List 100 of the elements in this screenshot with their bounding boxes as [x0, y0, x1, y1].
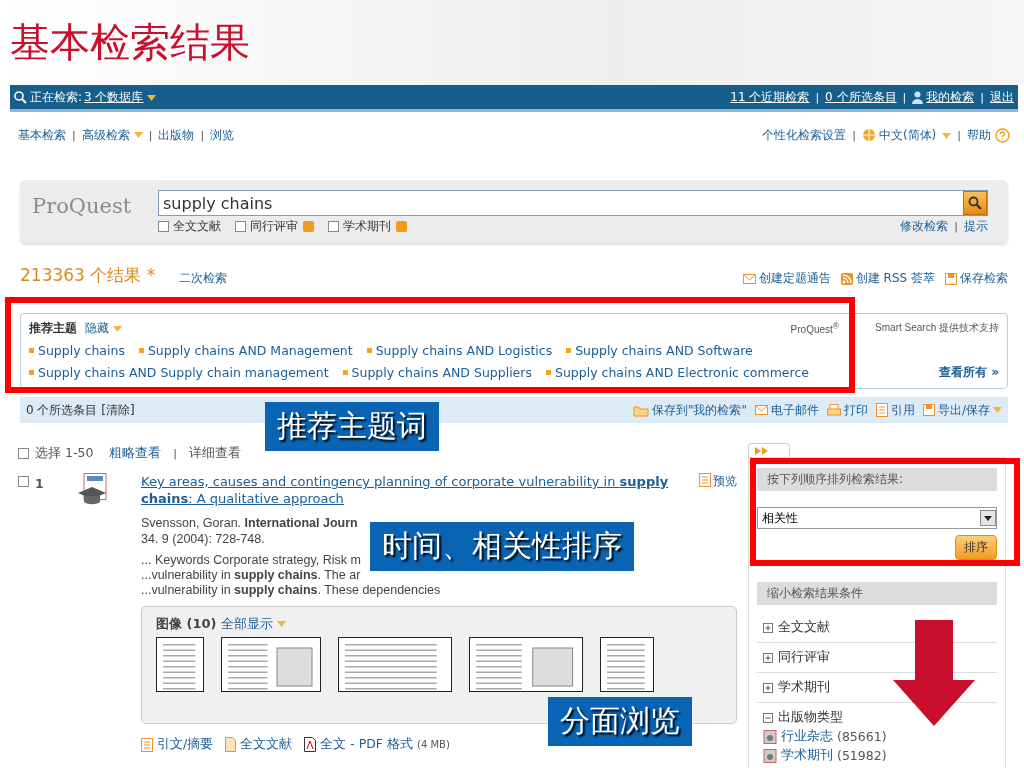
nav-link[interactable]: 个性化检索设置: [762, 126, 847, 144]
topic-link[interactable]: Supply chains AND Electronic commerce: [545, 365, 809, 380]
separator: |: [852, 128, 856, 142]
select-range: 选择 1-50: [35, 444, 94, 462]
help-icon[interactable]: [995, 127, 1010, 143]
action-link[interactable]: 引用: [890, 401, 915, 419]
annotation-label: 推荐主题词: [265, 402, 439, 451]
annotation-label: 分面浏览: [548, 697, 692, 746]
filter-option[interactable]: 同行评审: [250, 218, 314, 235]
checkbox[interactable]: [18, 476, 29, 487]
show-all-link[interactable]: 全部显示: [220, 615, 273, 633]
facet-toggle[interactable]: 出版物类型: [763, 709, 997, 726]
caret-icon: [113, 325, 122, 332]
images-title: 图像 (10): [156, 615, 217, 633]
double-arrow-icon: [755, 446, 769, 455]
search-link[interactable]: 修改检索: [900, 218, 949, 235]
nav-link[interactable]: 中文(简体): [878, 126, 937, 144]
databases-link[interactable]: 3 个数据库: [84, 88, 144, 106]
action-link[interactable]: 保存检索: [960, 270, 1008, 287]
search-field[interactable]: supply chains: [158, 190, 988, 216]
document-link[interactable]: 全文文献: [240, 736, 293, 753]
view-tab[interactable]: 粗略查看: [109, 444, 162, 462]
topic-link[interactable]: Supply chains AND Management: [138, 343, 353, 358]
result-title-link[interactable]: Key areas, causes and contingency planning of corporate vulnerability in supply chains: A qualitative approach: [141, 473, 681, 507]
hide-link[interactable]: 隐藏: [85, 320, 109, 337]
action-link[interactable]: 电子邮件: [770, 401, 819, 419]
slide-title: 基本检索结果: [10, 18, 250, 67]
powered-by-brand: ProQuest$^{®}$: [790, 321, 839, 336]
see-all-link[interactable]: 查看所有 »: [939, 364, 999, 381]
nav-link[interactable]: 帮助: [967, 126, 991, 144]
user-icon: [912, 90, 924, 104]
top-link[interactable]: 0 个所选条目: [825, 88, 897, 106]
separator: |: [173, 446, 178, 460]
top-link[interactable]: 11 个近期检索: [730, 88, 810, 106]
document-link[interactable]: 引文/摘要: [157, 736, 214, 753]
caret-icon: [276, 621, 286, 627]
action-link[interactable]: 打印: [843, 401, 868, 419]
checkbox[interactable]: [18, 447, 29, 459]
caret-icon: [942, 133, 952, 139]
sidebar-tab[interactable]: [748, 443, 790, 457]
caret-icon: [146, 95, 156, 101]
action-link[interactable]: 保存到"我的检索": [651, 401, 747, 419]
envelope-icon: [754, 405, 768, 415]
separator: |: [200, 128, 205, 142]
facet-item[interactable]: 学术期刊 (51982): [763, 747, 997, 764]
facet-toggle[interactable]: 全文文献: [763, 619, 997, 636]
nav-link[interactable]: 高级检索: [81, 126, 143, 144]
facet-toggle[interactable]: 同行评审: [763, 649, 997, 666]
snippet-text: ...vulnerability in supply chains. The ar: [141, 568, 361, 583]
topic-link[interactable]: Supply chains AND Software: [566, 343, 753, 358]
nav-link[interactable]: 出版物: [158, 126, 195, 144]
action-link[interactable]: 导出/保存: [937, 401, 990, 419]
caret-icon: [993, 407, 1002, 413]
checkbox[interactable]: [235, 221, 246, 232]
sort-heading: 按下列顺序排列检索结果:: [757, 468, 997, 491]
minus-box-icon: [763, 712, 773, 723]
printer-icon: [826, 403, 841, 417]
searching-label: 正在检索:: [30, 88, 83, 106]
folder-icon: [632, 403, 649, 417]
search-button[interactable]: [963, 191, 987, 215]
checkbox[interactable]: [158, 221, 169, 232]
separator: |: [954, 220, 958, 233]
annotation-label: 时间、相关性排序: [370, 522, 634, 571]
facet-toggle[interactable]: 学术期刊: [763, 679, 997, 696]
refine-link[interactable]: 二次检索: [179, 270, 228, 287]
separator: |: [72, 128, 76, 142]
search-link[interactable]: 提示: [964, 218, 988, 235]
sort-button[interactable]: 排序: [955, 535, 997, 560]
separator: |: [957, 128, 961, 142]
sort-select[interactable]: 相关性: [757, 507, 997, 529]
facet-item[interactable]: 行业杂志 (85661): [763, 728, 997, 745]
document-link[interactable]: 全文 - PDF 格式: [320, 736, 413, 753]
citation-text: 34. 9 (2004): 728-748.: [141, 531, 265, 547]
document-lines-icon: [699, 473, 711, 487]
document-lines-icon: [875, 403, 888, 417]
author-text: Svensson, Goran. International Journ: [141, 515, 358, 531]
separator: |: [980, 90, 984, 104]
scholarly-journal-icon: [78, 473, 110, 507]
top-link[interactable]: 我的检索: [926, 88, 975, 106]
preview-link[interactable]: 预览: [699, 473, 737, 490]
topic-link[interactable]: Supply chains AND Supply chain management: [29, 365, 329, 380]
result-number: 1: [35, 476, 44, 491]
separator: |: [815, 90, 820, 104]
checkbox[interactable]: [328, 221, 339, 232]
topic-link[interactable]: Supply chains AND Logistics: [366, 343, 553, 358]
topic-link[interactable]: Supply chains: [29, 343, 125, 358]
nav-link[interactable]: 基本检索: [18, 126, 66, 144]
view-tab[interactable]: 详细查看: [189, 444, 242, 462]
publication-icon: [763, 729, 777, 744]
topic-link[interactable]: Supply chains AND Suppliers: [342, 365, 532, 380]
pdf-document-icon: [304, 737, 317, 752]
caret-icon: [984, 515, 992, 521]
filter-option[interactable]: 学术期刊: [343, 218, 407, 235]
nav-link[interactable]: 浏览: [210, 126, 235, 144]
plus-box-icon: [763, 652, 773, 663]
action-link[interactable]: 创建定题通告: [758, 270, 831, 287]
snippet-text: ...vulnerability in supply chains. These dependencies: [141, 583, 441, 598]
filter-option[interactable]: 全文文献: [173, 218, 221, 235]
top-link[interactable]: 退出: [990, 88, 1014, 106]
action-link[interactable]: 创建 RSS 荟萃: [855, 270, 935, 287]
